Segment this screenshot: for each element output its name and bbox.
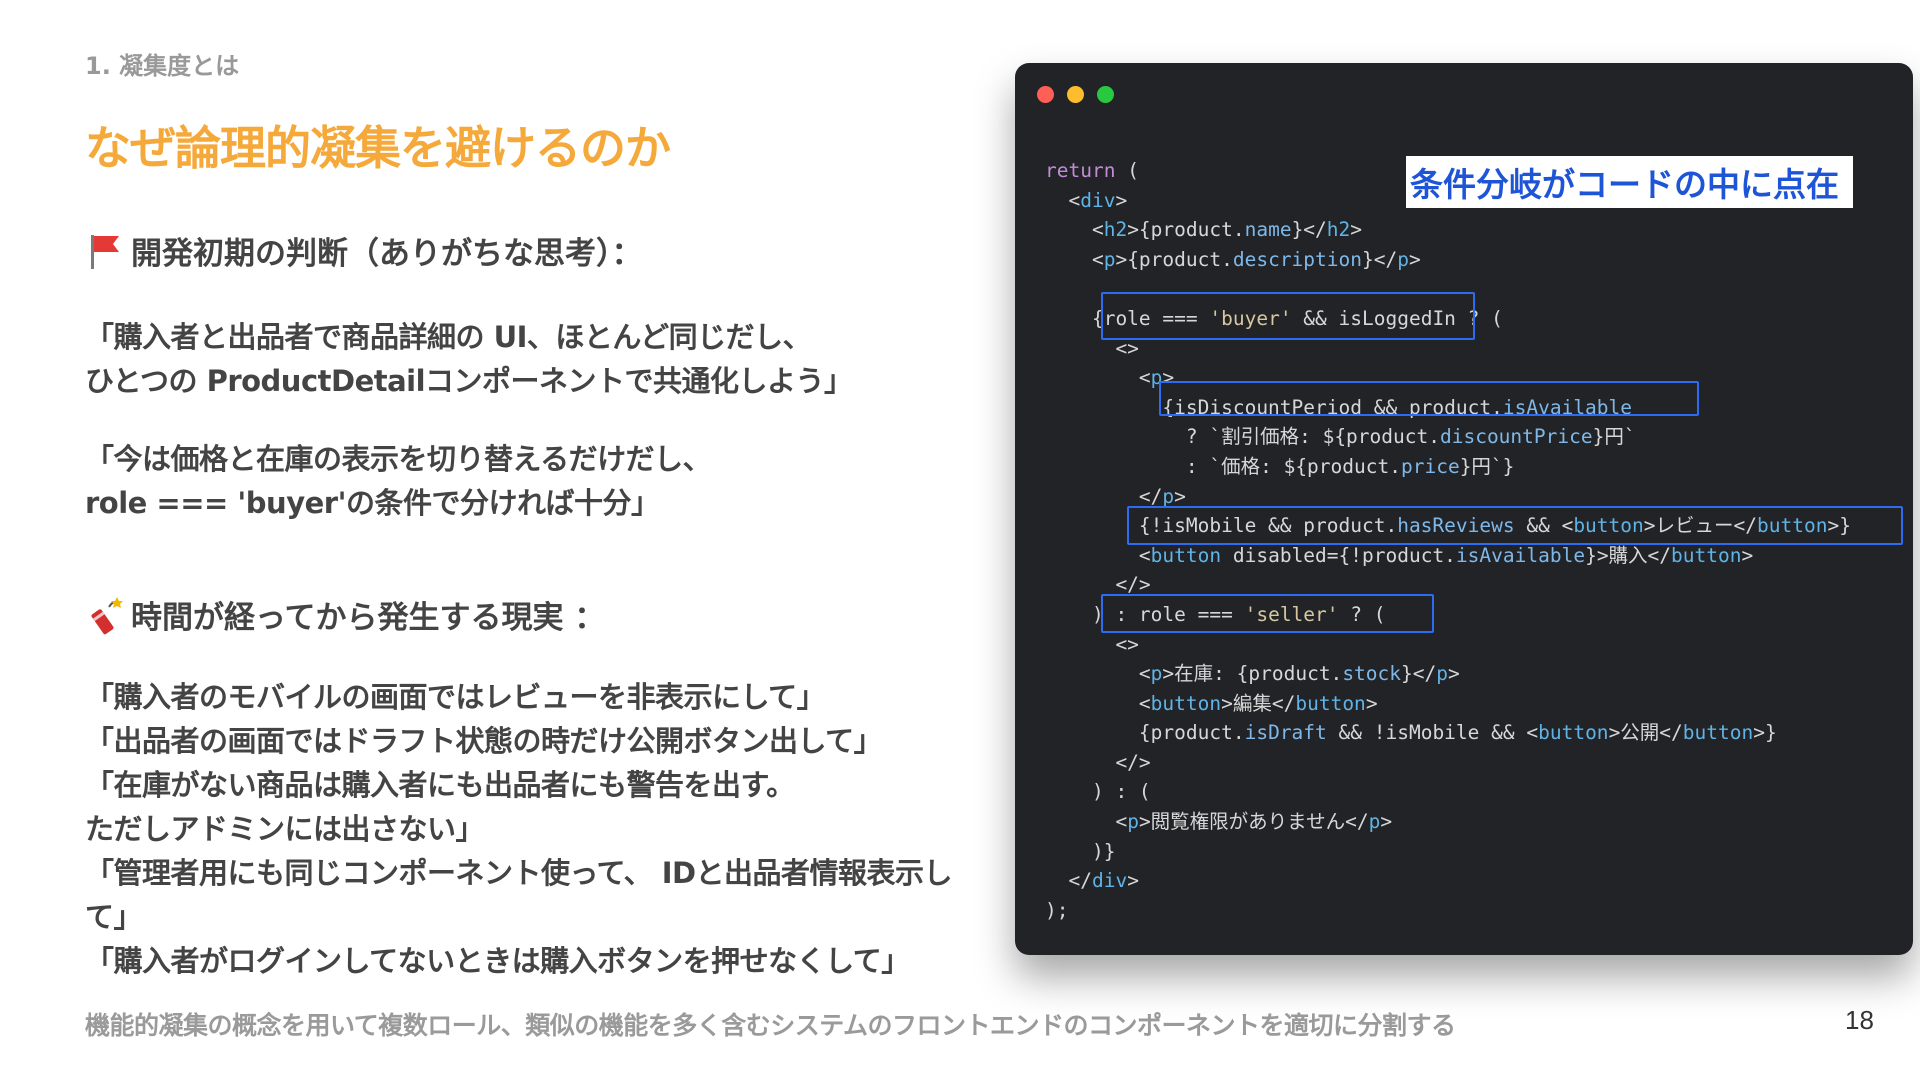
later-quote-7: 「購入者がログインしてないときは購入ボタンを押せなくして」	[85, 944, 910, 978]
code-window: return ( <div> <h2>{product.name}</h2> <…	[1015, 63, 1913, 955]
later-quote-4: ただしアドミンには出さない」	[85, 812, 485, 846]
initial-quote-4: role === 'buyer'の条件で分ければ十分」	[85, 486, 660, 520]
highlight-discount-condition	[1159, 381, 1699, 416]
code-line: ? `割引価格: ${product.discountPrice}円`	[1045, 425, 1636, 449]
highlight-review-condition	[1127, 506, 1903, 545]
code-line: : `価格: ${product.price}円`}	[1045, 454, 1515, 478]
red-flag-icon	[85, 231, 125, 271]
code-line: <p>{product.description}</p>	[1045, 247, 1421, 271]
firecracker-icon	[85, 595, 125, 635]
later-quote-6: て」	[85, 900, 143, 934]
code-line: )}	[1045, 839, 1116, 863]
callout-label: 条件分岐がコードの中に点在	[1406, 156, 1853, 208]
footer-text: 機能的凝集の概念を用いて複数ロール、類似の機能を多く含むシステムのフロントエンド…	[85, 1011, 1456, 1040]
code-line: {product.isDraft && !isMobile && <button…	[1045, 721, 1777, 745]
section-label: 1. 凝集度とは	[85, 52, 240, 80]
later-quote-3: 「在庫がない商品は購入者にも出品者にも警告を出す。	[85, 768, 795, 802]
code-line: <p>在庫: {product.stock}</p>	[1045, 662, 1460, 686]
later-reality-heading-text: 時間が経ってから発生する現実 ：	[131, 600, 606, 636]
highlight-buyer-condition	[1101, 292, 1475, 340]
code-line: </>	[1045, 750, 1151, 774]
later-quote-1: 「購入者のモバイルの画面ではレビューを非表示にして」	[85, 680, 826, 714]
code-line: <p>閲覧権限がありません</p>	[1045, 810, 1393, 834]
close-dot-icon	[1037, 86, 1054, 103]
initial-judgement-section: 開発初期の判断（ありがちな思考）： 「購入者と出品者で商品詳細の UI、ほとんど…	[85, 228, 853, 525]
page-number: 18	[1845, 1005, 1874, 1035]
code-line: );	[1045, 898, 1069, 922]
slide-title: なぜ論理的凝集を避けるのか	[85, 121, 671, 175]
minimize-dot-icon	[1067, 86, 1084, 103]
code-line: ) : (	[1045, 780, 1151, 804]
initial-quote-2: ひとつの ProductDetailコンポーネントで共通化しよう」	[85, 364, 853, 398]
later-reality-heading: 時間が経ってから発生する現実 ：	[85, 592, 952, 637]
initial-quote-3: 「今は価格と在庫の表示を切り替えるだけだし、	[85, 442, 712, 476]
code-line: </div>	[1045, 869, 1139, 893]
initial-judgement-heading: 開発初期の判断（ありがちな思考）：	[85, 228, 853, 273]
later-quote-5: 「管理者用にも同じコンポーネント使って、 IDと出品者情報表示し	[85, 856, 953, 890]
code-line: <>	[1045, 632, 1139, 656]
maximize-dot-icon	[1097, 86, 1114, 103]
highlight-seller-condition	[1101, 594, 1434, 633]
initial-judgement-heading-text: 開発初期の判断（ありがちな思考）：	[131, 236, 643, 272]
code-line: <button>編集</button>	[1045, 691, 1378, 715]
code-line: <h2>{product.name}</h2>	[1045, 218, 1363, 242]
window-controls	[1037, 86, 1114, 103]
later-quote-2: 「出品者の画面ではドラフト状態の時だけ公開ボタン出して」	[85, 724, 883, 758]
code-line: <button disabled={!product.isAvailable}>…	[1045, 543, 1754, 567]
later-reality-section: 時間が経ってから発生する現実 ： 「購入者のモバイルの画面ではレビューを非表示に…	[85, 592, 953, 983]
initial-quote-1: 「購入者と出品者で商品詳細の UI、ほとんど同じだし、	[85, 320, 812, 354]
